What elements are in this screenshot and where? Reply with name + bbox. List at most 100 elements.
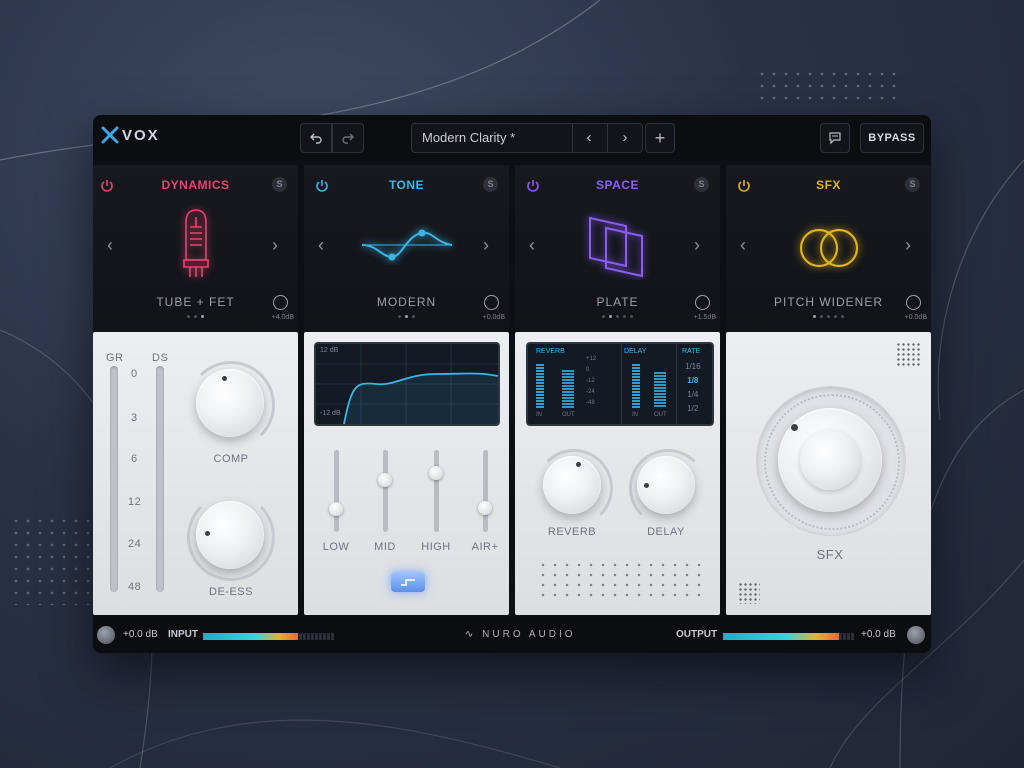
solo-button[interactable]: S — [483, 177, 498, 192]
chevron-left-icon: ‹ — [529, 235, 535, 255]
solo-button[interactable]: S — [905, 177, 920, 192]
page-dots — [304, 315, 509, 318]
chevron-right-icon: › — [272, 235, 278, 255]
rate-option[interactable]: 1/8 — [685, 374, 701, 388]
tone-panel: 12 dB -12 dB LOW MID HIGH AIR+ — [304, 332, 509, 615]
high-fader[interactable] — [429, 466, 443, 480]
rate-option[interactable]: 1/4 — [685, 388, 701, 402]
prev-mode-button[interactable]: ‹ — [529, 235, 535, 256]
knob-indicator — [205, 531, 210, 536]
next-mode-button[interactable]: › — [272, 235, 278, 256]
output-label: OUTPUT — [676, 629, 718, 640]
next-mode-button[interactable]: › — [905, 235, 911, 256]
divider — [621, 344, 622, 424]
mid-fader-track — [383, 450, 388, 532]
prev-mode-button[interactable]: ‹ — [107, 235, 113, 256]
delay-knob[interactable] — [637, 456, 695, 514]
gr-meter — [110, 366, 118, 592]
delay-out-meter — [654, 372, 666, 408]
knob-indicator — [576, 462, 581, 467]
chevron-left-icon: ‹ — [318, 235, 324, 255]
air-fader-track — [483, 450, 488, 532]
output-meter-fill — [723, 633, 840, 640]
ds-label: DS — [152, 352, 169, 364]
next-mode-button[interactable]: › — [694, 235, 700, 256]
decor-dots — [738, 582, 760, 604]
scale-label: 3 — [131, 412, 138, 424]
chat-icon — [829, 132, 841, 145]
preset-next-button[interactable]: › — [608, 126, 642, 150]
eq-bottom-label: -12 dB — [320, 410, 341, 417]
preset-name[interactable]: Modern Clarity * — [422, 130, 515, 145]
input-label: INPUT — [168, 629, 198, 640]
page-dots — [93, 315, 298, 318]
rate-option[interactable]: 1/16 — [685, 360, 701, 374]
prev-mode-button[interactable]: ‹ — [740, 235, 746, 256]
output-gain-value: +1.5dB — [693, 314, 716, 321]
sfx-knob[interactable] — [778, 408, 882, 512]
solo-button[interactable]: S — [694, 177, 709, 192]
output-db: +0.0 dB — [861, 629, 896, 640]
top-bar: VOX Modern Clarity * ‹ › + BYPASS — [93, 115, 931, 159]
prev-mode-button[interactable]: ‹ — [318, 235, 324, 256]
redo-button[interactable] — [332, 123, 364, 153]
comp-knob[interactable] — [196, 369, 264, 437]
preset-prev-button[interactable]: ‹ — [572, 126, 606, 150]
scale-label: 6 — [131, 453, 138, 465]
mid-fader[interactable] — [378, 473, 392, 487]
app-title: VOX — [122, 126, 160, 144]
output-gain-knob[interactable] — [906, 295, 921, 310]
wave-icon: ∿ — [465, 629, 477, 640]
input-gain-knob[interactable] — [97, 626, 115, 644]
output-gain-knob[interactable] — [484, 295, 499, 310]
input-db: +0.0 dB — [123, 629, 158, 640]
preset-selector[interactable]: Modern Clarity * ‹ › — [411, 123, 643, 153]
divider — [676, 344, 677, 424]
sfx-label: SFX — [816, 547, 844, 562]
add-preset-button[interactable]: + — [645, 123, 675, 153]
air-fader[interactable] — [478, 501, 492, 515]
ds-meter — [156, 366, 164, 592]
output-gain-knob[interactable] — [695, 295, 710, 310]
knob-indicator — [644, 483, 649, 488]
undo-button[interactable] — [300, 123, 332, 153]
input-meter — [203, 633, 335, 640]
high-fader-track — [434, 450, 439, 532]
next-mode-button[interactable]: › — [483, 235, 489, 256]
decor-dots — [756, 68, 896, 108]
air-label: AIR+ — [471, 541, 499, 553]
bypass-button[interactable]: BYPASS — [860, 123, 924, 153]
delay-label: DELAY — [647, 526, 685, 538]
scale-label: 24 — [128, 538, 142, 550]
decor-dots — [896, 342, 922, 368]
chevron-left-icon: ‹ — [586, 129, 592, 146]
deess-knob[interactable] — [196, 501, 264, 569]
comment-button[interactable] — [820, 123, 850, 153]
link-toggle[interactable] — [391, 572, 425, 592]
bottom-bar: +0.0 dB INPUT ∿ NURO AUDIO OUTPUT +0.0 d… — [93, 618, 931, 653]
output-gain-value: +4.0dB — [271, 314, 294, 321]
output-gain-knob[interactable] — [273, 295, 288, 310]
space-display: REVERB DELAY RATE +12 0 -12 -24 -48 IN OUT I… — [526, 342, 714, 426]
input-meter-fill — [203, 633, 299, 640]
chevron-right-icon: › — [905, 235, 911, 255]
page-dots — [515, 315, 720, 318]
page-dots — [726, 315, 931, 318]
low-fader[interactable] — [329, 502, 343, 516]
reverb-knob[interactable] — [543, 456, 601, 514]
output-meter — [723, 633, 855, 640]
output-gain-value: +0.0dB — [904, 314, 927, 321]
rate-option[interactable]: 1/2 — [685, 402, 701, 416]
chevron-left-icon: ‹ — [740, 235, 746, 255]
module-space: SPACE S ‹ › PLATE +1.5dB — [515, 165, 720, 332]
sfx-panel: SFX — [726, 332, 931, 615]
chevron-right-icon: › — [483, 235, 489, 255]
deess-label: DE-ESS — [209, 586, 253, 598]
eq-graph — [316, 344, 499, 425]
output-gain-knob[interactable] — [907, 626, 925, 644]
mode-label: PLATE — [596, 295, 639, 309]
module-title: TONE — [388, 178, 425, 192]
vacuum-tube-icon — [182, 209, 209, 277]
meter-scale: +12 0 -12 -24 -48 — [586, 356, 597, 406]
solo-button[interactable]: S — [272, 177, 287, 192]
